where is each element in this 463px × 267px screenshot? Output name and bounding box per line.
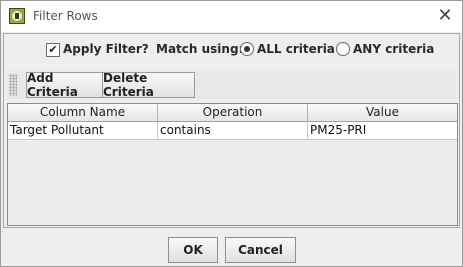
match-using-label: Match using: bbox=[156, 42, 244, 56]
column-header-column-name[interactable]: Column Name bbox=[8, 104, 158, 121]
apply-filter-checkbox[interactable]: ✔ bbox=[46, 43, 60, 57]
cell-column-name[interactable]: Target Pollutant bbox=[8, 122, 158, 139]
cancel-button[interactable]: Cancel bbox=[225, 237, 296, 263]
toolbar-grip[interactable] bbox=[9, 74, 17, 96]
filter-panel: ✔ Apply Filter? Match using: ALL criteri… bbox=[3, 33, 460, 228]
filter-rows-dialog: Filter Rows ✕ ✔ Apply Filter? Match usin… bbox=[0, 0, 463, 267]
cell-value[interactable]: PM25-PRI bbox=[308, 122, 457, 139]
delete-criteria-button[interactable]: Delete Criteria bbox=[102, 71, 195, 99]
close-icon[interactable]: ✕ bbox=[434, 5, 456, 27]
add-criteria-button[interactable]: Add Criteria bbox=[26, 71, 103, 99]
column-header-operation[interactable]: Operation bbox=[158, 104, 308, 121]
apply-filter-label: Apply Filter? bbox=[63, 42, 149, 56]
any-criteria-label[interactable]: ANY criteria bbox=[353, 42, 434, 56]
all-criteria-label[interactable]: ALL criteria bbox=[257, 42, 335, 56]
window-title: Filter Rows bbox=[33, 9, 98, 23]
all-criteria-radio[interactable] bbox=[240, 42, 254, 56]
criteria-toolbar: Add Criteria Delete Criteria bbox=[7, 71, 456, 99]
ok-button[interactable]: OK bbox=[168, 237, 218, 263]
cell-operation[interactable]: contains bbox=[158, 122, 308, 139]
table-row[interactable]: Target Pollutant contains PM25-PRI bbox=[8, 122, 457, 140]
criteria-table: Column Name Operation Value Target Pollu… bbox=[7, 103, 458, 226]
column-header-value[interactable]: Value bbox=[308, 104, 457, 121]
filter-options-row: ✔ Apply Filter? Match using: ALL criteri… bbox=[4, 40, 459, 60]
title-bar: Filter Rows ✕ bbox=[1, 1, 462, 32]
app-icon bbox=[9, 8, 25, 24]
table-header: Column Name Operation Value bbox=[8, 104, 457, 122]
any-criteria-radio[interactable] bbox=[336, 42, 350, 56]
